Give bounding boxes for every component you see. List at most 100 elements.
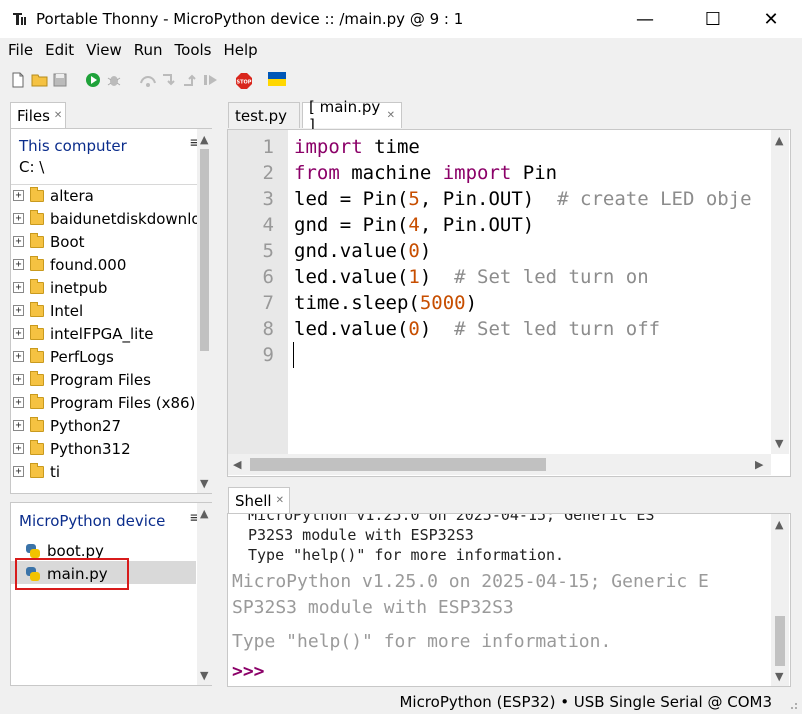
editor-vscrollbar[interactable]: ▲ ▼	[771, 130, 789, 454]
scroll-down-icon[interactable]: ▼	[775, 670, 783, 683]
expand-icon[interactable]: +	[13, 374, 24, 385]
device-scrollbar[interactable]: ▲ ▼	[197, 503, 212, 685]
scroll-down-icon[interactable]: ▼	[200, 477, 208, 490]
maximize-button[interactable]: ☐	[690, 0, 736, 38]
expand-icon[interactable]: +	[13, 259, 24, 270]
files-panel-device: MicroPython device ≡ boot.py main.py ▲ ▼	[10, 502, 212, 686]
shell-vscrollbar[interactable]: ▲ ▼	[771, 514, 789, 686]
editor-hscrollbar[interactable]: ◀ ▶	[228, 454, 771, 475]
code-line: import time	[294, 134, 420, 160]
files-scrollbar[interactable]: ▲ ▼	[197, 129, 212, 493]
expand-icon[interactable]: +	[13, 443, 24, 454]
files-panel-computer: This computer ≡ C: \ + altera + baidunetdis…	[10, 128, 212, 494]
scroll-up-icon[interactable]: ▲	[200, 133, 208, 146]
close-icon[interactable]: ✕	[276, 495, 284, 506]
scroll-down-icon[interactable]: ▼	[200, 669, 208, 682]
expand-icon[interactable]: +	[13, 420, 24, 431]
debug-icon[interactable]	[106, 72, 124, 90]
scroll-down-icon[interactable]: ▼	[775, 437, 783, 450]
line-number: 2	[262, 162, 274, 184]
scroll-thumb[interactable]	[200, 149, 209, 351]
shell-output-line: MicroPython v1.25.0 on 2025-04-15; Gener…	[232, 571, 709, 592]
scroll-up-icon[interactable]: ▲	[775, 134, 783, 147]
scroll-thumb[interactable]	[250, 458, 546, 471]
tree-folder-item[interactable]: + ti	[11, 460, 60, 483]
code-line: time.sleep(5000)	[294, 290, 477, 316]
resize-grip-icon[interactable]	[788, 700, 798, 710]
expand-icon[interactable]: +	[13, 351, 24, 362]
tree-folder-item[interactable]: + inetpub	[11, 276, 107, 299]
close-icon[interactable]: ✕	[387, 110, 395, 121]
scroll-right-icon[interactable]: ▶	[755, 458, 763, 471]
scroll-up-icon[interactable]: ▲	[200, 507, 208, 520]
resume-icon[interactable]	[202, 72, 220, 90]
expand-icon[interactable]: +	[13, 397, 24, 408]
tab-main-py[interactable]: [ main.py ] ✕	[302, 98, 402, 134]
code-token: gnd.value(	[294, 240, 409, 262]
step-over-icon[interactable]	[139, 72, 157, 90]
new-file-icon[interactable]	[10, 72, 28, 90]
code-editor[interactable]: import time from machine import Pin led = …	[288, 130, 771, 454]
menu-tools[interactable]: Tools	[169, 41, 218, 59]
expand-icon[interactable]: +	[13, 328, 24, 339]
step-out-icon[interactable]	[181, 72, 199, 90]
scroll-left-icon[interactable]: ◀	[233, 458, 241, 471]
open-folder-icon[interactable]	[31, 72, 49, 90]
shell-console[interactable]: MicroPython v1.25.0 on 2025-04-15; Gener…	[228, 514, 770, 686]
folder-name: ti	[50, 462, 61, 481]
code-token: 0	[408, 318, 420, 340]
run-icon[interactable]	[85, 72, 103, 90]
save-icon[interactable]	[52, 72, 70, 90]
menu-view[interactable]: View	[80, 41, 128, 59]
tree-folder-item[interactable]: + found.000	[11, 253, 126, 276]
minimize-button[interactable]: —	[622, 0, 668, 38]
code-token: 1	[408, 266, 420, 288]
stop-icon[interactable]: STOP	[235, 72, 253, 90]
line-number: 6	[262, 266, 274, 288]
tab-files[interactable]: Files ✕	[10, 102, 66, 128]
folder-icon	[30, 324, 44, 340]
menu-edit[interactable]: Edit	[39, 41, 80, 59]
tree-folder-item[interactable]: + altera	[11, 184, 94, 207]
tree-folder-item[interactable]: + Intel	[11, 299, 83, 322]
tab-test-py[interactable]: test.py	[228, 102, 300, 128]
menu-bar: File Edit View Run Tools Help	[0, 38, 802, 62]
scroll-up-icon[interactable]: ▲	[775, 518, 783, 531]
code-token: # create LED obje	[557, 188, 752, 210]
tree-folder-item[interactable]: + Python27	[11, 414, 121, 437]
menu-run[interactable]: Run	[128, 41, 169, 59]
current-path: C: \	[19, 158, 45, 176]
expand-icon[interactable]: +	[13, 236, 24, 247]
expand-icon[interactable]: +	[13, 190, 24, 201]
menu-file[interactable]: File	[2, 41, 39, 59]
code-token: led.value(	[294, 318, 409, 340]
flag-icon[interactable]	[268, 72, 286, 90]
expand-icon[interactable]: +	[13, 305, 24, 316]
menu-help[interactable]: Help	[218, 41, 264, 59]
scroll-thumb[interactable]	[775, 616, 785, 666]
tab-shell[interactable]: Shell ✕	[228, 487, 290, 513]
tree-folder-item[interactable]: + PerfLogs	[11, 345, 114, 368]
shell-prompt: >>>	[232, 661, 265, 682]
tab-files-label: Files	[17, 106, 50, 125]
code-token: 5000	[419, 292, 466, 314]
code-token: import	[442, 162, 512, 184]
tree-folder-item[interactable]: + Python312	[11, 437, 131, 460]
close-icon[interactable]: ✕	[54, 110, 62, 121]
tree-folder-item[interactable]: + Program Files (x86)	[11, 391, 195, 414]
folder-name: Python312	[50, 439, 131, 458]
close-button[interactable]: ✕	[748, 0, 794, 38]
folder-name: Python27	[50, 416, 122, 435]
expand-icon[interactable]: +	[13, 466, 24, 477]
tree-folder-item[interactable]: + intelFPGA_lite	[11, 322, 153, 345]
tree-folder-item[interactable]: + baidunetdiskdownlo	[11, 207, 201, 230]
step-into-icon[interactable]	[160, 72, 178, 90]
tab-label: test.py	[235, 106, 287, 125]
code-line: gnd.value(0)	[294, 238, 431, 264]
tree-folder-item[interactable]: + Program Files	[11, 368, 151, 391]
folder-name: Boot	[50, 232, 85, 251]
tree-folder-item[interactable]: + Boot	[11, 230, 85, 253]
status-text[interactable]: MicroPython (ESP32) • USB Single Serial …	[399, 693, 772, 711]
expand-icon[interactable]: +	[13, 282, 24, 293]
expand-icon[interactable]: +	[13, 213, 24, 224]
